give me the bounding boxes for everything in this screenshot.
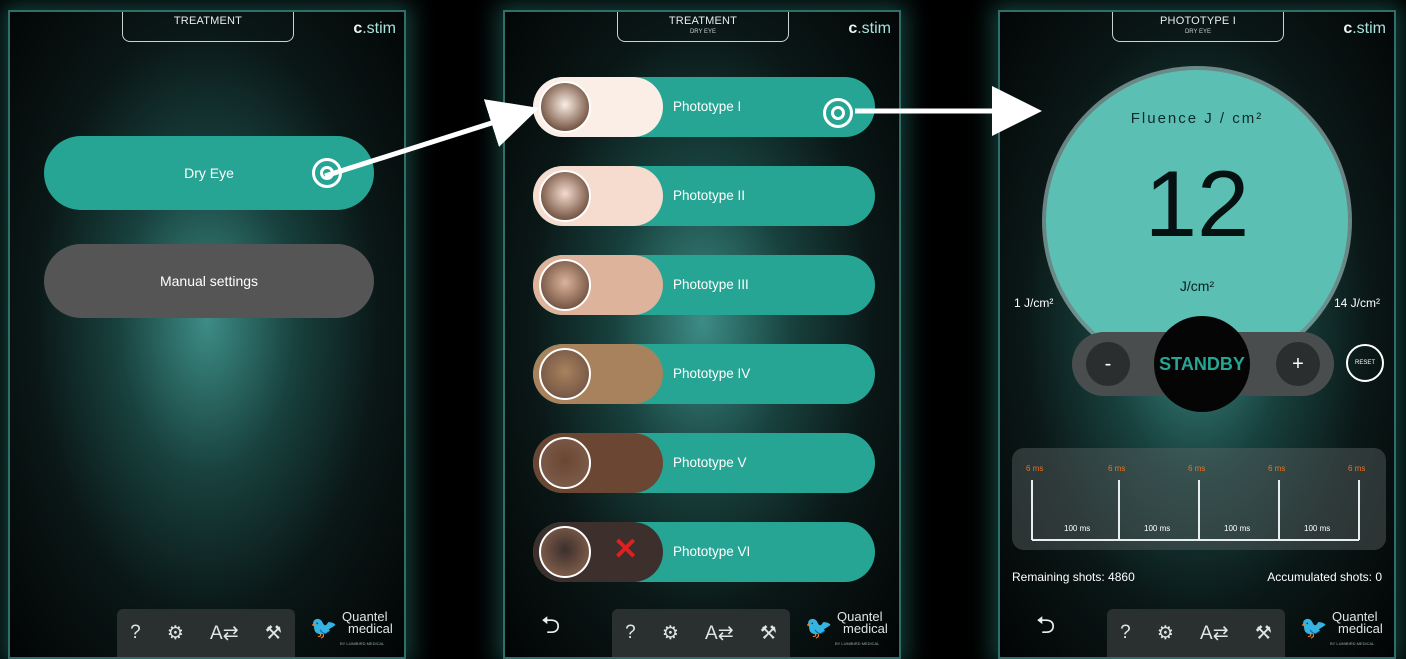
interval-duration: 100 ms bbox=[1144, 524, 1171, 533]
wrench-icon[interactable]: ⚒ bbox=[1255, 622, 1272, 645]
header-tab: PHOTOTYPE I DRY EYE bbox=[1112, 12, 1284, 42]
language-icon[interactable]: A⇄ bbox=[210, 622, 239, 645]
phototype-label: Phototype I bbox=[673, 99, 742, 114]
phototype-5-button[interactable]: Phototype V bbox=[533, 433, 875, 493]
face-avatar bbox=[539, 81, 591, 133]
wrench-icon[interactable]: ⚒ bbox=[265, 622, 282, 645]
accumulated-shots: Accumulated shots: 0 bbox=[1267, 570, 1382, 584]
manual-settings-label: Manual settings bbox=[159, 273, 259, 289]
header-tab: TREATMENT bbox=[122, 12, 294, 42]
phototype-label: Phototype VI bbox=[673, 544, 751, 559]
wrench-icon[interactable]: ⚒ bbox=[760, 622, 777, 645]
increase-button[interactable]: + bbox=[1276, 342, 1320, 386]
language-icon[interactable]: A⇄ bbox=[1200, 622, 1229, 645]
brand-line3: BY LUMIBIRD MEDICAL bbox=[835, 641, 880, 646]
pulse-duration: 6 ms bbox=[1026, 464, 1044, 473]
fluence-value: 12 bbox=[1144, 151, 1250, 256]
bottom-toolbar: ? ⚙ A⇄ ⚒ bbox=[117, 609, 295, 657]
touch-indicator-icon bbox=[823, 98, 853, 128]
back-arrow-icon[interactable]: ⮌ bbox=[1036, 608, 1055, 649]
phototype-screen: TREATMENT DRY EYE c.stim Phototype I Pho… bbox=[503, 10, 901, 659]
language-icon[interactable]: A⇄ bbox=[705, 622, 734, 645]
quantel-medical-logo: 🐦 Quantel medical BY LUMIBIRD MEDICAL bbox=[308, 610, 400, 653]
header-title: TREATMENT bbox=[668, 15, 738, 27]
bottom-toolbar: ? ⚙ A⇄ ⚒ bbox=[1107, 609, 1285, 657]
phototype-2-button[interactable]: Phototype II bbox=[533, 166, 875, 226]
logo-text: stim bbox=[366, 20, 396, 37]
face-avatar bbox=[539, 259, 591, 311]
header-subtitle: DRY EYE bbox=[689, 29, 717, 35]
header-subtitle: DRY EYE bbox=[1184, 29, 1212, 35]
hummingbird-icon: 🐦 bbox=[310, 615, 338, 640]
close-icon: ✕ bbox=[613, 533, 639, 566]
help-icon[interactable]: ? bbox=[1120, 622, 1131, 644]
gear-icon[interactable]: ⚙ bbox=[1157, 622, 1174, 645]
quantel-medical-logo: 🐦 Quantel medical BY LUMIBIRD MEDICAL bbox=[1298, 610, 1390, 653]
hummingbird-icon: 🐦 bbox=[805, 615, 833, 640]
stim-logo: c.stim bbox=[353, 20, 396, 37]
standby-button[interactable]: STANDBY bbox=[1154, 316, 1250, 412]
reset-button[interactable]: RESET bbox=[1346, 344, 1384, 382]
interval-duration: 100 ms bbox=[1224, 524, 1251, 533]
gear-icon[interactable]: ⚙ bbox=[167, 622, 184, 645]
back-arrow-icon[interactable]: ⮌ bbox=[541, 608, 560, 649]
face-avatar bbox=[539, 170, 591, 222]
dry-eye-label: Dry Eye bbox=[184, 165, 234, 181]
remaining-shots: Remaining shots: 4860 bbox=[1012, 570, 1135, 584]
phototype-6-button[interactable]: ✕ Phototype VI bbox=[533, 522, 875, 582]
phototype-4-button[interactable]: Phototype IV bbox=[533, 344, 875, 404]
header-title: TREATMENT bbox=[173, 15, 243, 27]
interval-duration: 100 ms bbox=[1304, 524, 1331, 533]
logo-text: stim bbox=[861, 20, 891, 37]
pulse-duration: 6 ms bbox=[1188, 464, 1206, 473]
hummingbird-icon: 🐦 bbox=[1300, 615, 1328, 640]
pulse-duration: 6 ms bbox=[1268, 464, 1286, 473]
phototype-label: Phototype IV bbox=[673, 366, 751, 381]
brand-line3: BY LUMIBIRD MEDICAL bbox=[1330, 641, 1375, 646]
interval-duration: 100 ms bbox=[1064, 524, 1091, 533]
stim-logo: c.stim bbox=[1343, 20, 1386, 37]
brand-line2: medical bbox=[1338, 621, 1383, 636]
fluence-title: Fluence J / cm² bbox=[1130, 110, 1264, 127]
phototype-label: Phototype V bbox=[673, 455, 747, 470]
help-icon[interactable]: ? bbox=[625, 622, 636, 644]
pulse-duration: 6 ms bbox=[1348, 464, 1366, 473]
logo-text: stim bbox=[1356, 20, 1386, 37]
decrease-button[interactable]: - bbox=[1086, 342, 1130, 386]
stim-logo: c.stim bbox=[848, 20, 891, 37]
face-avatar bbox=[539, 526, 591, 578]
quantel-medical-logo: 🐦 Quantel medical BY LUMIBIRD MEDICAL bbox=[803, 610, 895, 653]
min-fluence-label: 1 J/cm² bbox=[1014, 296, 1054, 310]
phototype-label: Phototype III bbox=[673, 277, 749, 292]
face-avatar bbox=[539, 348, 591, 400]
phototype-3-button[interactable]: Phototype III bbox=[533, 255, 875, 315]
brand-line3: BY LUMIBIRD MEDICAL bbox=[340, 641, 385, 646]
pulse-duration: 6 ms bbox=[1108, 464, 1126, 473]
header-tab: TREATMENT DRY EYE bbox=[617, 12, 789, 42]
help-icon[interactable]: ? bbox=[130, 622, 141, 644]
pulse-diagram: 6 ms 6 ms 6 ms 6 ms 6 ms 100 ms 100 ms 1… bbox=[1012, 448, 1386, 550]
brand-line2: medical bbox=[843, 621, 888, 636]
fluence-screen: PHOTOTYPE I DRY EYE c.stim Fluence J / c… bbox=[998, 10, 1396, 659]
phototype-label: Phototype II bbox=[673, 188, 746, 203]
header-title: PHOTOTYPE I bbox=[1160, 15, 1236, 27]
face-avatar bbox=[539, 437, 591, 489]
gear-icon[interactable]: ⚙ bbox=[662, 622, 679, 645]
bottom-toolbar: ? ⚙ A⇄ ⚒ bbox=[612, 609, 790, 657]
brand-line2: medical bbox=[348, 621, 393, 636]
manual-settings-button[interactable]: Manual settings bbox=[44, 244, 374, 318]
max-fluence-label: 14 J/cm² bbox=[1333, 296, 1380, 310]
treatment-screen: TREATMENT c.stim Dry Eye Manual settings… bbox=[8, 10, 406, 659]
fluence-unit: J/cm² bbox=[1179, 278, 1215, 294]
touch-indicator-icon bbox=[312, 158, 342, 188]
